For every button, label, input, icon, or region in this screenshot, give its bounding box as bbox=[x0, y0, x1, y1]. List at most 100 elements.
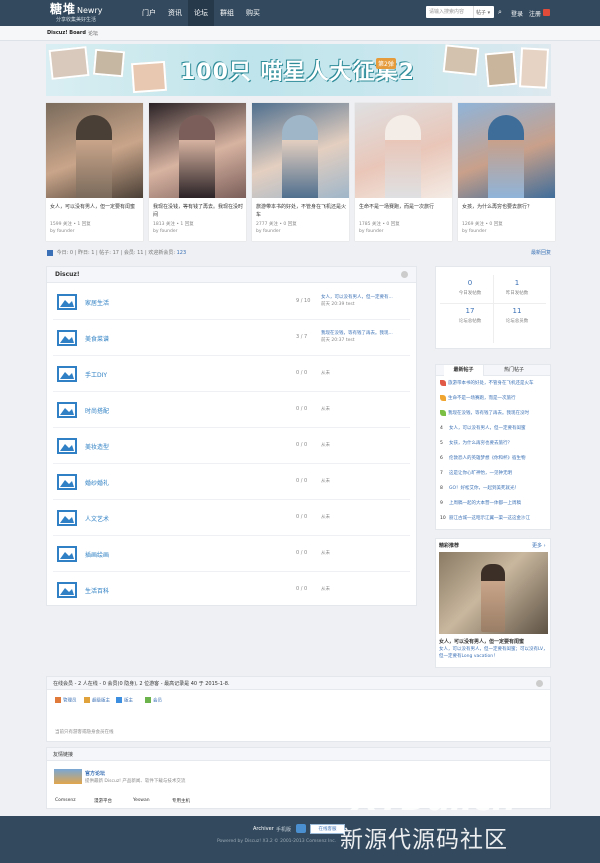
featured-photo[interactable] bbox=[458, 103, 555, 198]
hot-post-item[interactable]: 8 GO！好松艾你，一起到美死就光！ bbox=[440, 484, 548, 494]
featured-author[interactable]: by founder bbox=[462, 229, 486, 234]
nav-item[interactable]: 资讯 bbox=[162, 0, 188, 26]
featured-title[interactable]: 女孩，为什么再穷也要去旅行？ bbox=[462, 203, 552, 211]
recommend-image[interactable] bbox=[439, 552, 548, 634]
leaf-icon bbox=[440, 394, 446, 401]
hot-post-item[interactable]: 4 女人，可以没有男人，但一定要有闺蜜 bbox=[440, 424, 548, 434]
featured-title[interactable]: 旅游带本书的好处，不管身在飞机还是火车 bbox=[256, 203, 346, 219]
hot-post-title[interactable]: 旅游带本书的好处，不管身在飞机还是火车 bbox=[448, 381, 534, 386]
recommend-post-title[interactable]: 女人，可以没有男人，但一定要有闺蜜 bbox=[439, 638, 524, 645]
friend-link[interactable]: 专用主机 bbox=[172, 798, 190, 804]
friend-link[interactable]: Comsenz bbox=[55, 798, 76, 803]
hot-post-item[interactable]: 旅游带本书的好处，不管身在飞机还是火车 bbox=[440, 379, 548, 389]
forum-name[interactable]: 美妆造型 bbox=[85, 442, 109, 451]
side-stat-number: 11 bbox=[512, 307, 522, 315]
tab-hot-posts[interactable]: 热门帖子 bbox=[494, 365, 534, 376]
forum-name[interactable]: 人文艺术 bbox=[85, 514, 109, 523]
nav-item[interactable]: 门户 bbox=[136, 0, 162, 26]
forum-name[interactable]: 美食菜谱 bbox=[85, 334, 109, 343]
collapse-icon[interactable] bbox=[401, 271, 408, 278]
promo-banner[interactable]: 100只 喵星人大征集2 第2弹 bbox=[46, 44, 551, 96]
side-stat-label: 论坛总员数 bbox=[505, 319, 529, 324]
featured-author[interactable]: by founder bbox=[256, 229, 280, 234]
forum-last-post[interactable]: 女人，可以没有男人，但一定要有... bbox=[321, 294, 393, 301]
featured-card[interactable]: 我现在没钱，等有钱了再去。我现在没时间 1813 关注 • 1 回复 by foun… bbox=[149, 103, 246, 241]
forum-icon[interactable] bbox=[57, 580, 77, 600]
hot-post-title[interactable]: 丽江古城一这昭示江翼一渠一这这金沙江 bbox=[449, 516, 530, 521]
forum-icon[interactable] bbox=[57, 472, 77, 492]
hot-post-title[interactable]: 生命不是一场赛跑，而是一次旅行 bbox=[448, 396, 516, 401]
breadcrumb-home[interactable]: Discuz! Board bbox=[47, 30, 86, 36]
featured-author[interactable]: by founder bbox=[50, 229, 74, 234]
featured-author[interactable]: by founder bbox=[359, 229, 383, 234]
featured-title[interactable]: 我现在没钱，等有钱了再去。我现在没时间 bbox=[153, 203, 243, 219]
hot-post-title[interactable]: GO！好松艾你，一起到美死就光！ bbox=[449, 486, 519, 491]
featured-photo[interactable] bbox=[355, 103, 452, 198]
hot-post-item[interactable]: 生命不是一场赛跑，而是一次旅行 bbox=[440, 394, 548, 404]
login-link[interactable]: 登录 bbox=[511, 9, 523, 18]
forum-last-post: 从未 bbox=[321, 587, 330, 592]
forum-icon[interactable] bbox=[57, 508, 77, 528]
collapse-icon[interactable] bbox=[536, 680, 543, 687]
archiver-link[interactable]: Archiver bbox=[253, 826, 274, 832]
featured-title[interactable]: 生命不是一场赛跑，而是一次旅行 bbox=[359, 203, 449, 211]
hot-post-item[interactable]: 6 伦敦恐人的英雄梦想《你和杯》宿生物 bbox=[440, 454, 548, 464]
featured-photo[interactable] bbox=[46, 103, 143, 198]
search-input[interactable]: 请输入搜索内容 帖子 ▾ bbox=[426, 6, 494, 18]
forum-name[interactable]: 生活百科 bbox=[85, 586, 109, 595]
search-icon: ⌕ bbox=[498, 8, 502, 16]
hot-post-title[interactable]: 女人，可以没有男人，但一定要有闺蜜 bbox=[449, 426, 526, 431]
member-group-icon bbox=[55, 697, 61, 703]
forum-icon[interactable] bbox=[57, 364, 77, 384]
forum-name[interactable]: 时尚搭配 bbox=[85, 406, 109, 415]
hot-post-item[interactable]: 7 这是让你心旷神怡，一见钟无明 bbox=[440, 469, 548, 479]
hot-post-item[interactable]: 10 丽江古城一这昭示江翼一渠一这这金沙江 bbox=[440, 514, 548, 524]
search-button[interactable]: ⌕ bbox=[495, 6, 505, 18]
hot-post-item[interactable]: 9 上周稿一起的大本营一体都一上周稿 bbox=[440, 499, 548, 509]
discuz-logo[interactable] bbox=[54, 769, 82, 784]
featured-card[interactable]: 女孩，为什么再穷也要去旅行？ 1269 关注 • 0 回复 by founder bbox=[458, 103, 555, 241]
featured-title[interactable]: 女人，可以没有男人，但一定要有闺蜜 bbox=[50, 203, 140, 211]
forum-name[interactable]: 婚纱婚礼 bbox=[85, 478, 109, 487]
featured-card[interactable]: 女人，可以没有男人，但一定要有闺蜜 1599 关注 • 1 回复 by founde… bbox=[46, 103, 143, 241]
forum-icon[interactable] bbox=[57, 400, 77, 420]
forum-name[interactable]: 手工DIY bbox=[85, 370, 107, 379]
featured-card[interactable]: 生命不是一场赛跑，而是一次旅行 1785 关注 • 0 回复 by founder bbox=[355, 103, 452, 241]
newest-replies-link[interactable]: 最新回复 bbox=[531, 249, 551, 256]
police-badge-icon[interactable] bbox=[296, 824, 306, 833]
featured-card[interactable]: 旅游带本书的好处，不管身在飞机还是火车 2777 关注 • 0 回复 by foun… bbox=[252, 103, 349, 241]
hot-post-title[interactable]: 伦敦恐人的英雄梦想《你和杯》宿生物 bbox=[449, 456, 526, 461]
forum-icon[interactable] bbox=[57, 544, 77, 564]
friend-link[interactable]: 漫游平台 bbox=[94, 798, 112, 804]
featured-photo[interactable] bbox=[252, 103, 349, 198]
tab-latest-posts[interactable]: 最新帖子 bbox=[444, 365, 484, 376]
recommend-more-link[interactable]: 更多 › bbox=[532, 542, 546, 549]
forum-name[interactable]: 家居生活 bbox=[85, 298, 109, 307]
forum-last-post[interactable]: 我现在没钱，等有钱了再去。我现... bbox=[321, 330, 393, 337]
featured-photo[interactable] bbox=[149, 103, 246, 198]
side-stat-label: 昨日发帖数 bbox=[505, 291, 529, 296]
friend-link[interactable]: Yeswan bbox=[133, 798, 150, 803]
forum-category-title[interactable]: Discuz! bbox=[55, 271, 80, 278]
mobile-link[interactable]: 手机版 bbox=[276, 826, 291, 833]
hot-post-title[interactable]: 这是让你心旷神怡，一见钟无明 bbox=[449, 471, 512, 476]
forum-icon[interactable] bbox=[57, 436, 77, 456]
hot-post-title[interactable]: 我现在没钱，等有钱了再去。我现在没时 bbox=[448, 411, 529, 416]
breadcrumb-current[interactable]: 论坛 bbox=[88, 30, 98, 37]
forum-icon[interactable] bbox=[57, 328, 77, 348]
official-forum-link[interactable]: 官方论坛 bbox=[85, 770, 105, 777]
hot-post-title[interactable]: 女孩，为什么再穷也要去旅行？ bbox=[449, 441, 512, 446]
newest-member-link[interactable]: 123 bbox=[177, 250, 187, 256]
site-logo[interactable]: 糖堆Newry 分享收集美好生活 bbox=[50, 3, 103, 24]
nav-item[interactable]: 购买 bbox=[240, 0, 266, 26]
forum-name[interactable]: 插画绘画 bbox=[85, 550, 109, 559]
search-scope-select[interactable]: 帖子 ▾ bbox=[473, 6, 494, 18]
nav-item[interactable]: 群组 bbox=[214, 0, 240, 26]
nav-item[interactable]: 论坛 bbox=[188, 0, 214, 26]
featured-author[interactable]: by founder bbox=[153, 229, 177, 234]
register-link[interactable]: 注册 bbox=[529, 9, 541, 18]
forum-icon[interactable] bbox=[57, 292, 77, 312]
hot-post-item[interactable]: 5 女孩，为什么再穷也要去旅行？ bbox=[440, 439, 548, 449]
hot-post-item[interactable]: 我现在没钱，等有钱了再去。我现在没时 bbox=[440, 409, 548, 419]
hot-post-title[interactable]: 上周稿一起的大本营一体都一上周稿 bbox=[449, 501, 521, 506]
